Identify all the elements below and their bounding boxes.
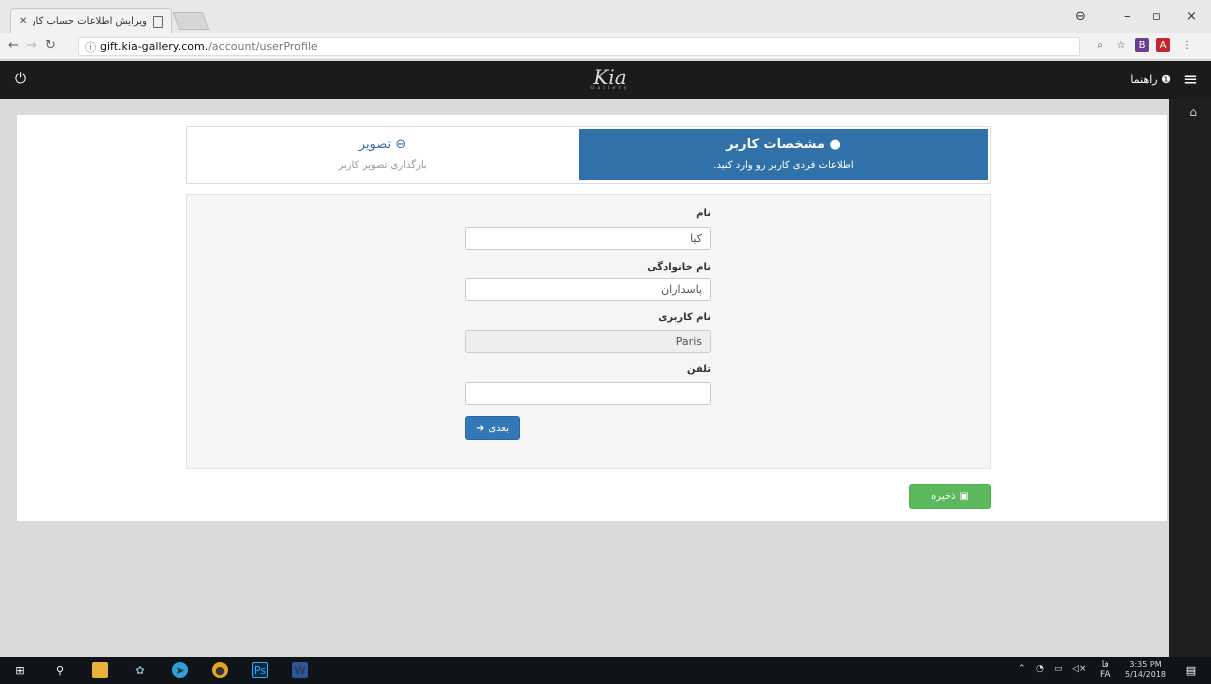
step-title: مشخصات کاربر	[726, 137, 825, 152]
last-name-label: نام خانوادگی	[647, 262, 711, 273]
tab-close-icon[interactable]: ✕	[19, 16, 27, 27]
save-icon: ▣	[959, 491, 969, 502]
last-name-field[interactable]	[465, 278, 711, 301]
time: 3:35 PM	[1129, 660, 1162, 669]
next-label: بعدی	[488, 422, 510, 434]
date: 5/14/2018	[1125, 670, 1167, 679]
username-field[interactable]	[465, 330, 711, 353]
username-label: نام کاربری	[658, 312, 711, 323]
new-tab-button[interactable]	[172, 12, 210, 30]
arrow-left-icon: ➜	[475, 422, 485, 434]
back-icon[interactable]: ←	[8, 38, 19, 53]
volume-icon[interactable]: ◁×	[1072, 664, 1086, 674]
url-host: gift.kia-gallery.com.	[100, 40, 209, 53]
extension-pdf-icon[interactable]: A	[1156, 38, 1170, 52]
help-icon: ❶	[1161, 73, 1171, 86]
hamburger-menu-icon[interactable]: ≡	[1183, 69, 1198, 90]
chrome-icon[interactable]: ●	[212, 662, 228, 678]
help-label: راهنما	[1130, 73, 1158, 86]
notifications-icon[interactable]: ▤	[1183, 662, 1199, 678]
forward-icon[interactable]: →	[26, 38, 37, 53]
first-name-field[interactable]	[465, 227, 711, 250]
home-icon[interactable]: ⌂	[1189, 105, 1197, 119]
step-image[interactable]: ⊖ تصویر بارگذاری تصویر کاربر	[190, 129, 575, 180]
page-icon	[153, 15, 163, 28]
zoom-icon[interactable]: ⌕	[1093, 38, 1107, 52]
user-circle-icon: ⊖	[395, 137, 407, 152]
next-button[interactable]: بعدی ➜	[465, 416, 520, 440]
telegram-icon[interactable]: ➤	[172, 662, 188, 678]
extension-b-icon[interactable]: B	[1135, 38, 1149, 52]
word-icon[interactable]: W	[292, 662, 308, 678]
logo: Kia Gallery	[590, 65, 630, 91]
network-app-icon[interactable]: ✿	[132, 662, 148, 678]
menu-dots-icon[interactable]: ⋮	[1180, 38, 1194, 52]
close-window-button[interactable]: ×	[1186, 6, 1197, 26]
search-icon[interactable]: ⚲	[52, 662, 68, 678]
user-icon: ●	[829, 137, 841, 152]
wifi-icon[interactable]: ◔	[1036, 664, 1044, 674]
info-icon[interactable]: ⓘ	[85, 39, 96, 55]
url-path: /account/userProfile	[208, 40, 318, 53]
sidebar	[1169, 99, 1211, 657]
save-button[interactable]: ▣ ذخیره	[909, 484, 991, 509]
step-title: تصویر	[358, 137, 392, 152]
clock[interactable]: 3:35 PM 5/14/2018	[1125, 660, 1166, 680]
battery-icon[interactable]: ▭	[1054, 664, 1063, 674]
save-label: ذخیره	[931, 491, 956, 502]
reload-icon[interactable]: ↻	[45, 38, 56, 53]
windows-start-icon[interactable]: ⊞	[12, 662, 28, 678]
phone-label: تلفن	[686, 364, 711, 375]
photoshop-icon[interactable]: Ps	[252, 662, 268, 678]
power-icon[interactable]: ⏻	[15, 71, 26, 87]
step-subtitle: اطلاعات فردی کاربر رو وارد کنید.	[713, 160, 854, 171]
minimize-button[interactable]: –	[1124, 6, 1131, 26]
phone-field[interactable]	[465, 382, 711, 405]
step-subtitle: بارگذاری تصویر کاربر	[338, 160, 427, 171]
help-link[interactable]: ❶ راهنما	[1130, 73, 1171, 86]
first-name-label: نام	[696, 208, 711, 219]
tray-chevron-icon[interactable]: ⌃	[1018, 664, 1026, 674]
profile-icon[interactable]: ⊖	[1075, 6, 1086, 26]
tab-title: ویرایش اطلاعات حساب کار	[33, 16, 147, 27]
file-explorer-icon[interactable]	[92, 662, 108, 678]
maximize-button[interactable]: ▫	[1152, 6, 1161, 26]
app-header: ⏻ Kia Gallery ❶ راهنما ≡	[0, 61, 1211, 99]
browser-tab[interactable]: ویرایش اطلاعات حساب کار ✕	[10, 8, 172, 34]
language-indicator[interactable]: فا FA	[1100, 660, 1111, 680]
url-input[interactable]: ⓘ gift.kia-gallery.com./account/userProf…	[78, 37, 1080, 56]
step-user-details[interactable]: ● مشخصات کاربر اطلاعات فردی کاربر رو وار…	[579, 129, 988, 180]
bookmark-star-icon[interactable]: ☆	[1114, 38, 1128, 52]
